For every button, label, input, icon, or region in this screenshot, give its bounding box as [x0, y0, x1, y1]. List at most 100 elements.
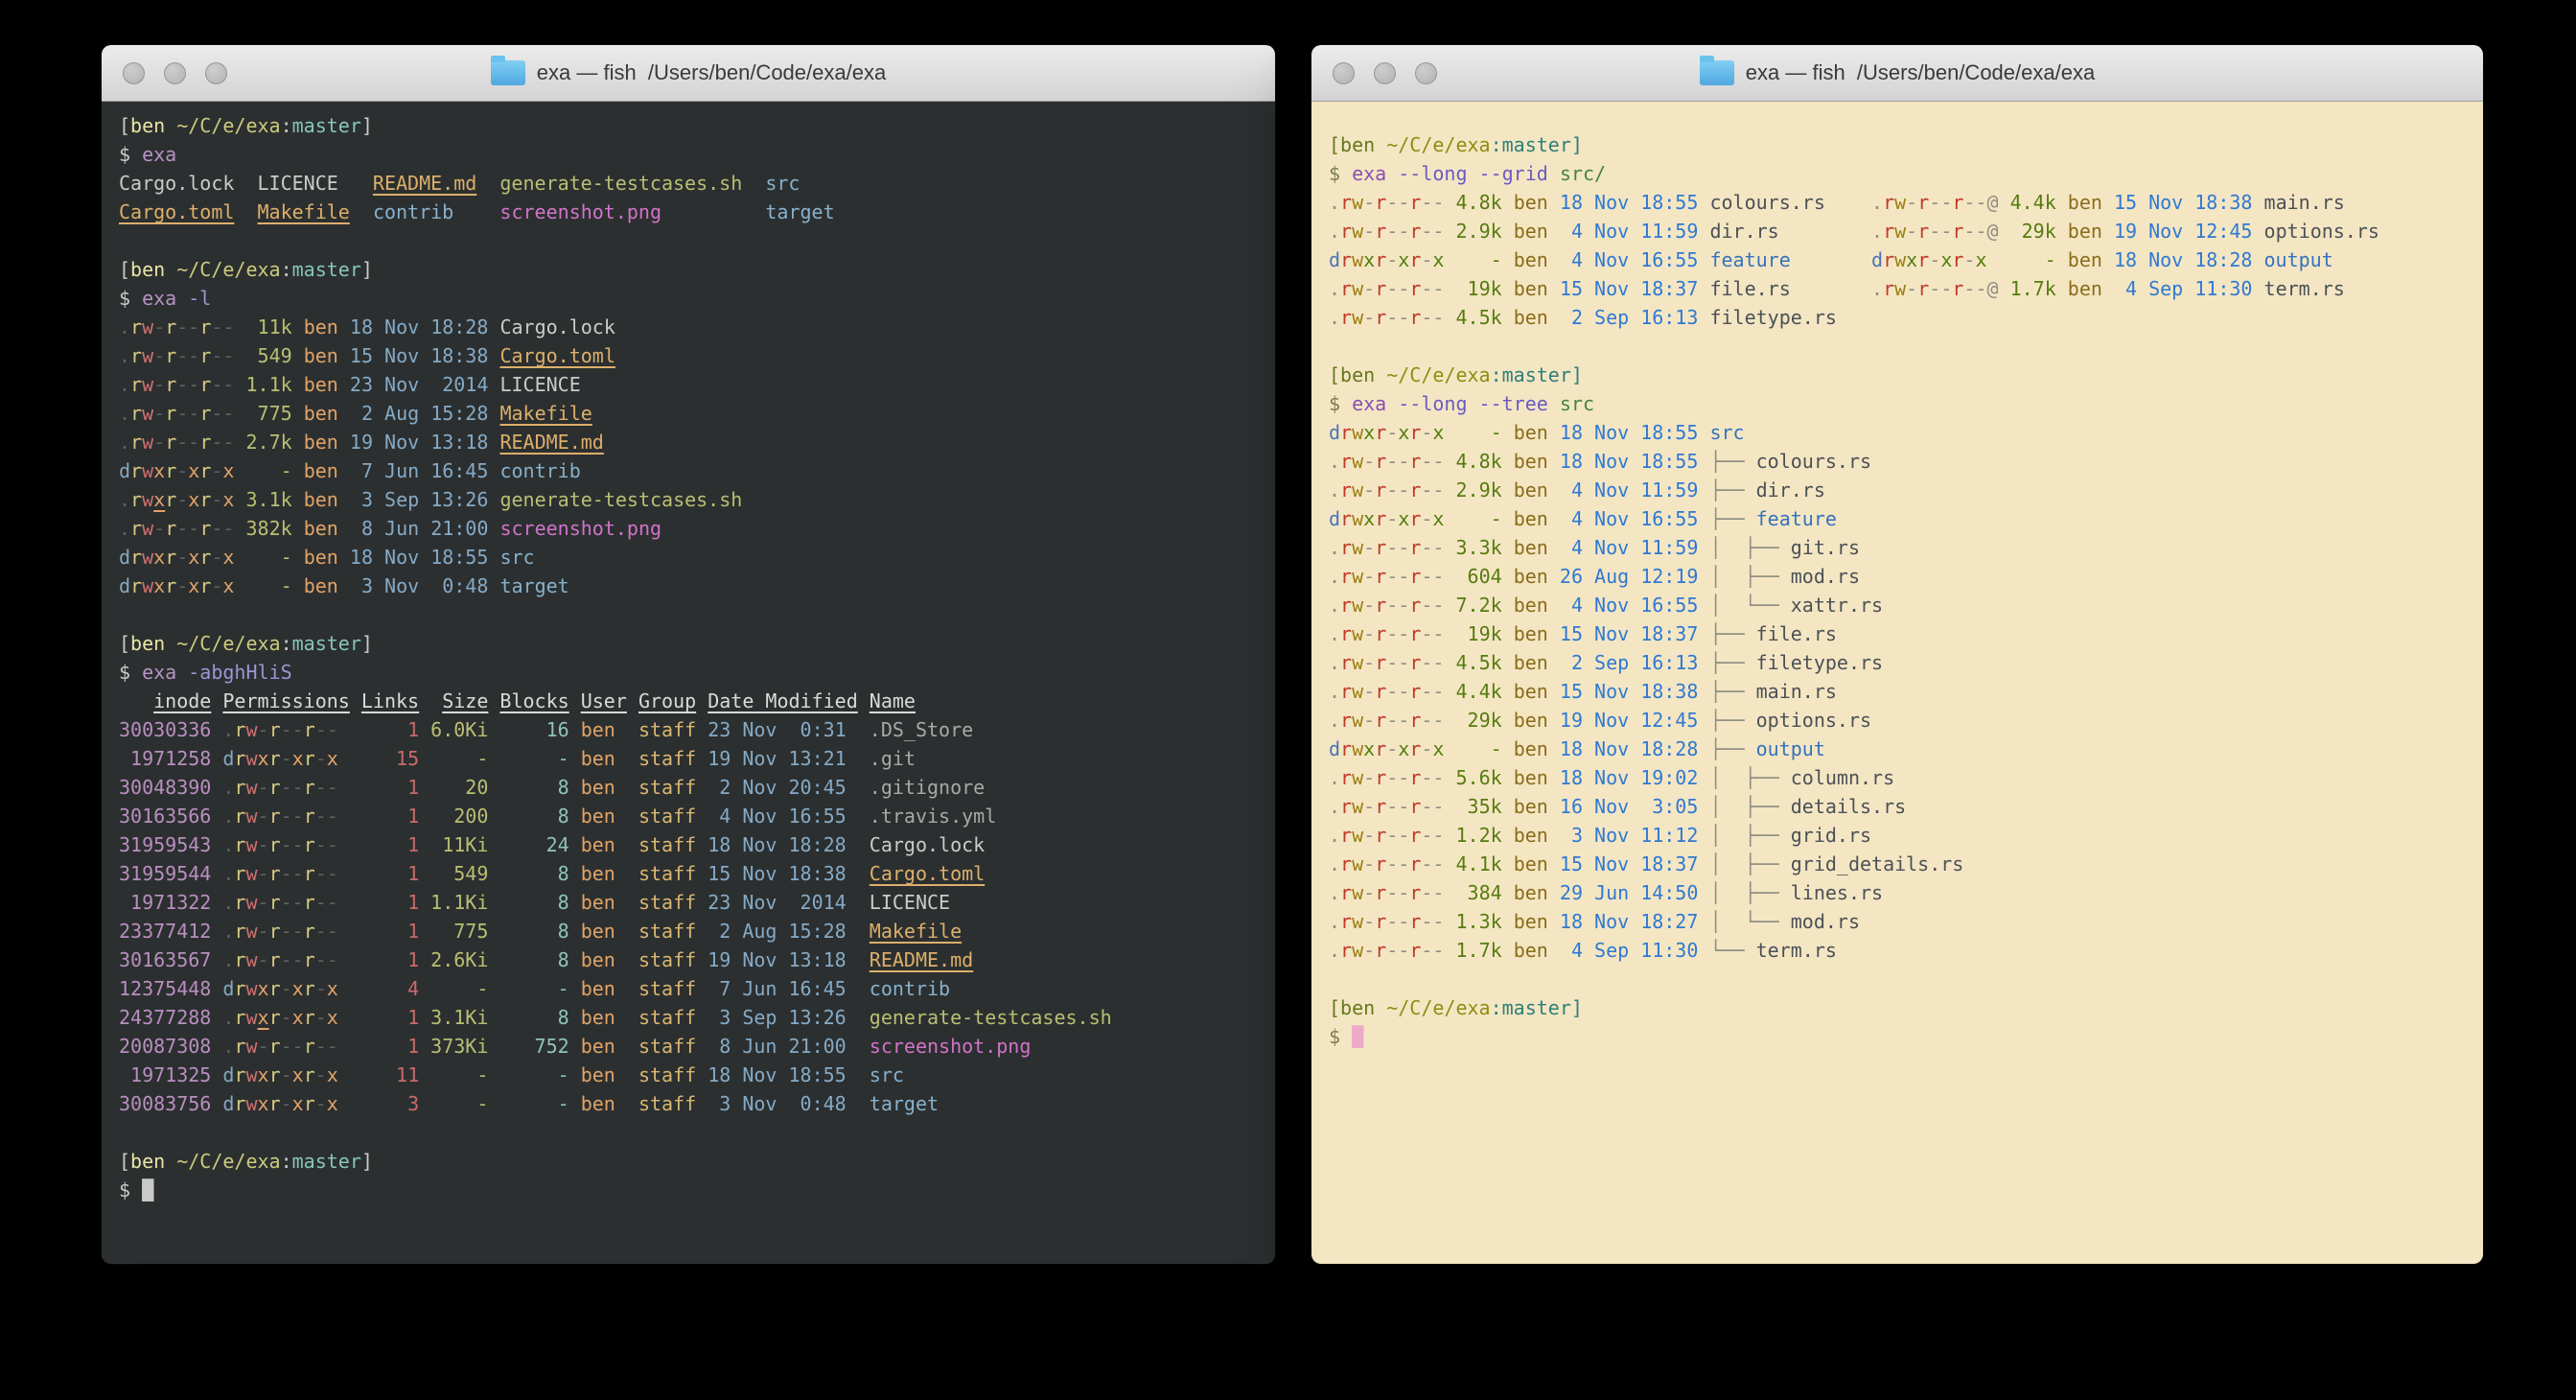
permission-char: x — [292, 977, 304, 1000]
close-button[interactable] — [123, 62, 145, 84]
terminal-text-segment: ben — [1502, 536, 1548, 559]
terminal-text-segment: ben — [292, 459, 338, 482]
terminal-text-segment: 4.4k — [1444, 680, 1501, 703]
permission-char: r — [130, 517, 142, 540]
permission-char: - — [1432, 191, 1444, 214]
terminal-text-segment: ben — [569, 833, 627, 856]
terminal-text-segment: feature — [1698, 248, 1790, 271]
permission-char: r — [304, 1035, 315, 1058]
terminal-text-segment: ben — [292, 574, 338, 597]
terminal-text-segment: 200 — [419, 805, 488, 828]
terminal-text-segment: .travis.yml — [847, 805, 997, 828]
permission-char: - — [1363, 709, 1375, 732]
terminal-text-segment: - — [281, 1006, 292, 1029]
terminal-text-segment: 11 — [338, 1063, 419, 1086]
terminal-output[interactable]: [ben ~/C/e/exa:master]$ exa --long --gri… — [1311, 102, 2483, 1264]
terminal-text-segment — [661, 200, 765, 223]
permission-char: - — [153, 517, 165, 540]
permission-char: r — [1375, 709, 1386, 732]
permission-char: - — [1363, 939, 1375, 962]
terminal-text-segment: output — [2252, 248, 2332, 271]
terminal-text-segment: mod.rs — [1791, 910, 1860, 933]
minimize-button[interactable] — [164, 62, 186, 84]
permission-char: - — [315, 747, 327, 770]
terminal-text-segment: ben — [569, 1006, 627, 1029]
permission-char: w — [1352, 536, 1363, 559]
permission-char: - — [1421, 565, 1432, 588]
terminal-text-segment: .gitignore — [847, 776, 986, 799]
permission-char: w — [1352, 191, 1363, 214]
permission-char: - — [281, 920, 292, 943]
permission-char: - — [281, 891, 292, 914]
permission-char: r — [1952, 248, 1963, 271]
permission-char: r — [199, 373, 211, 396]
permission-char: r — [1340, 507, 1352, 530]
permission-char: - — [1386, 737, 1398, 760]
terminal-text-segment: Size — [442, 689, 488, 712]
terminal-text-segment — [211, 747, 222, 770]
permission-char: - — [1386, 766, 1398, 789]
permission-char: - — [1398, 536, 1409, 559]
permission-char: - — [188, 402, 199, 425]
permission-char: . — [222, 891, 234, 914]
permission-char: - — [1906, 277, 1917, 300]
terminal-text-segment: ben — [1502, 594, 1548, 617]
minimize-button[interactable] — [1374, 62, 1396, 84]
folder-icon — [491, 60, 525, 85]
terminal-text-segment: - — [488, 747, 569, 770]
close-button[interactable] — [1333, 62, 1355, 84]
permission-char: - — [1432, 594, 1444, 617]
permission-char: - — [1363, 852, 1375, 875]
permission-char: x — [1906, 248, 1917, 271]
permission-char: x — [188, 546, 199, 569]
permission-char: - — [1363, 795, 1375, 818]
permission-char: r — [1409, 507, 1421, 530]
permission-char: . — [119, 517, 130, 540]
permission-char: x — [188, 574, 199, 597]
terminal-text-segment: ben — [1502, 881, 1548, 904]
zoom-button[interactable] — [1415, 62, 1437, 84]
permission-char: r — [1340, 709, 1352, 732]
terminal-text-segment: file.rs — [1756, 622, 1837, 645]
terminal-line: [ben ~/C/e/exa:master] — [119, 255, 1258, 284]
permission-char: r — [234, 1092, 245, 1115]
permission-char: - — [1363, 594, 1375, 617]
terminal-text-segment: ├── — [1698, 507, 1755, 530]
permission-char: . — [1329, 881, 1340, 904]
terminal-text-segment: 2.7k — [234, 431, 291, 454]
terminal-text-segment: ben — [569, 977, 627, 1000]
terminal-text-segment: feature — [1756, 507, 1837, 530]
terminal-text-segment: 18 Nov 18:28 — [338, 315, 489, 338]
terminal-line: [ben ~/C/e/exa:master] — [1329, 130, 2466, 159]
permission-char: - — [1386, 709, 1398, 732]
terminal-text-segment: inode — [153, 689, 211, 712]
permission-char: w — [245, 776, 257, 799]
terminal-text-segment: - — [315, 1006, 327, 1029]
permission-char: - — [1963, 277, 1975, 300]
terminal-text-segment: grid.rs — [1791, 824, 1871, 847]
terminal-text-segment: 30048390 — [119, 776, 211, 799]
terminal-text-segment: 16 Nov 3:05 — [1548, 795, 1699, 818]
permission-char: r — [130, 344, 142, 367]
terminal-line: 23377412 .rw-r--r-- 1 775 8 ben staff 2 … — [119, 917, 1258, 945]
zoom-button[interactable] — [205, 62, 227, 84]
permission-char: r — [1917, 191, 1929, 214]
terminal-line: inode Permissions Links Size Blocks User… — [119, 687, 1258, 715]
terminal-output[interactable]: [ben ~/C/e/exa:master]$ exaCargo.lock LI… — [102, 102, 1275, 1264]
terminal-text-segment: term.rs — [1756, 939, 1837, 962]
title-bar[interactable]: exa — fish /Users/ben/Code/exa/exa — [1311, 45, 2483, 102]
permission-char: r — [165, 574, 176, 597]
permission-char: r — [1375, 594, 1386, 617]
permission-char: r — [165, 431, 176, 454]
terminal-line — [119, 1118, 1258, 1147]
terminal-text-segment: 6.0Ki — [419, 718, 488, 741]
permission-char: r — [1375, 680, 1386, 703]
terminal-text-segment: │ ├── — [1698, 536, 1790, 559]
permission-char: - — [1432, 478, 1444, 502]
title-bar[interactable]: exa — fish /Users/ben/Code/exa/exa — [102, 45, 1275, 102]
permission-char: r — [1375, 622, 1386, 645]
permission-char: w — [1352, 852, 1363, 875]
terminal-line: drwxr-xr-x - ben 18 Nov 18:28 ├── output — [1329, 735, 2466, 763]
permission-char: - — [258, 862, 269, 885]
permission-char: - — [281, 1063, 292, 1086]
